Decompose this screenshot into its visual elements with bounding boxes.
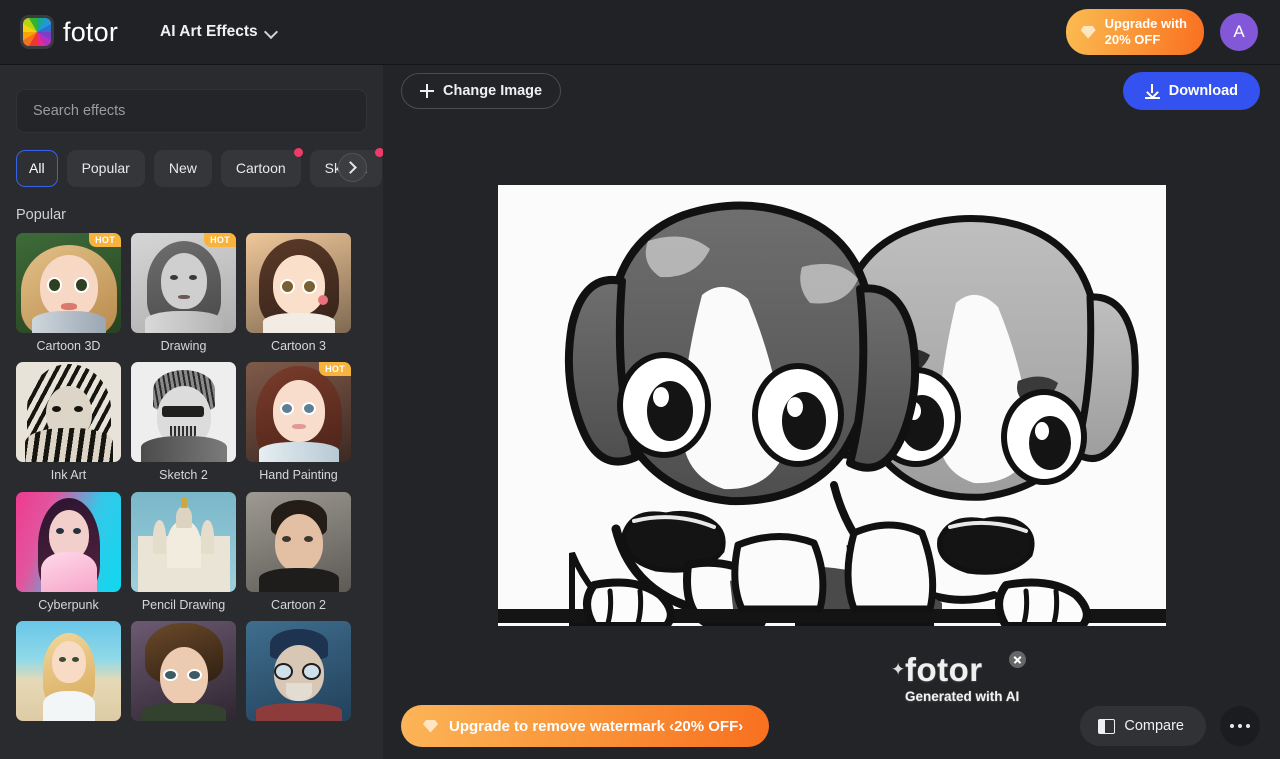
upgrade-remove-watermark-button[interactable]: Upgrade to remove watermark ‹20% OFF›	[401, 705, 770, 747]
dot-icon	[1237, 723, 1243, 729]
effect-card-pencil-drawing[interactable]: Pencil Drawing	[131, 491, 236, 613]
effect-label: Cartoon 2	[271, 597, 326, 612]
effect-label: Cartoon 3D	[36, 339, 101, 353]
two-dogs-sketch-illustration	[498, 185, 1166, 626]
top-bar: fotor AI Art Effects Upgrade with 20% OF…	[0, 0, 1280, 65]
effect-card-row4-2[interactable]	[131, 620, 236, 721]
hot-badge: HOT	[319, 362, 351, 377]
effect-thumbnail	[246, 491, 351, 592]
change-image-label: Change Image	[443, 83, 543, 99]
tabs-scroll-right-button[interactable]	[338, 153, 367, 182]
main-panel: Change Image Download ✦ fotor Generated …	[383, 65, 1280, 759]
brand-name: fotor	[63, 16, 119, 47]
effect-card-sketch-2[interactable]: Sketch 2	[131, 362, 236, 483]
effects-grid: HOT Cartoon 3D HOT Drawing Cartoon 3 Ink…	[16, 233, 367, 721]
generated-image[interactable]	[498, 185, 1166, 626]
effect-thumbnail	[131, 362, 236, 463]
effect-thumbnail: HOT	[131, 233, 236, 333]
download-button[interactable]: Download	[1122, 72, 1260, 110]
tab-cartoon-label: Cartoon	[235, 160, 286, 176]
compare-label: Compare	[1124, 718, 1184, 734]
tab-popular[interactable]: Popular	[66, 149, 145, 187]
brand-logo[interactable]: fotor	[20, 15, 118, 49]
hot-badge: HOT	[204, 233, 236, 247]
effect-label: Pencil Drawing	[141, 597, 226, 612]
sparkle-icon: ✦	[891, 660, 906, 679]
upgrade-button-label: Upgrade with 20% OFF	[1104, 15, 1187, 47]
close-icon	[1013, 655, 1022, 664]
tab-popular-label: Popular	[81, 160, 130, 176]
top-bar-actions: Upgrade with 20% OFF A	[1065, 8, 1258, 56]
effect-thumbnail	[131, 491, 236, 592]
effect-card-ink-art[interactable]: Ink Art	[16, 362, 121, 483]
diamond-icon	[423, 719, 438, 733]
effect-label: Cartoon 3	[271, 339, 326, 353]
search-placeholder: Search effects	[33, 103, 126, 119]
upgrade-remove-watermark-label: Upgrade to remove watermark ‹20% OFF›	[449, 717, 744, 735]
avatar[interactable]: A	[1220, 13, 1258, 51]
fotor-app-window: fotor AI Art Effects Upgrade with 20% OF…	[0, 0, 1280, 759]
change-image-button[interactable]: Change Image	[401, 73, 562, 109]
dot-icon	[1245, 723, 1251, 729]
search-input[interactable]: Search effects	[16, 89, 367, 133]
avatar-initial: A	[1233, 22, 1245, 41]
effect-card-cartoon-3d[interactable]: HOT Cartoon 3D	[16, 233, 121, 354]
effect-card-drawing[interactable]: HOT Drawing	[131, 233, 236, 354]
effect-card-hand-painting[interactable]: HOT Hand Painting	[246, 362, 351, 483]
effect-label: Ink Art	[50, 468, 87, 483]
canvas-toolbar: Change Image Download	[383, 65, 1280, 117]
effect-label: Sketch 2	[159, 468, 208, 483]
effect-card-cyberpunk[interactable]: Cyberpunk	[16, 491, 121, 613]
effects-sidebar: Search effects All Popular New Cartoon S…	[0, 65, 383, 759]
tab-all[interactable]: All	[16, 149, 58, 187]
effect-card-cartoon-3[interactable]: Cartoon 3	[246, 233, 351, 354]
upgrade-button[interactable]: Upgrade with 20% OFF	[1065, 8, 1204, 56]
compare-icon	[1098, 718, 1116, 734]
close-watermark-button[interactable]	[1009, 651, 1026, 668]
effect-thumbnail	[246, 233, 351, 333]
badge-dot	[293, 147, 303, 157]
effect-label: Hand Painting	[259, 468, 338, 483]
compare-button[interactable]: Compare	[1080, 706, 1206, 746]
download-label: Download	[1168, 83, 1238, 99]
download-icon	[1144, 83, 1160, 99]
module-title-label: AI Art Effects	[160, 23, 258, 40]
watermark-brand: fotor	[905, 651, 983, 688]
fotor-logo-icon	[20, 15, 54, 49]
effect-card-row4-1[interactable]	[16, 620, 121, 721]
chevron-down-icon	[266, 26, 278, 38]
module-selector[interactable]: AI Art Effects	[160, 23, 278, 41]
app-body: Search effects All Popular New Cartoon S…	[0, 65, 1280, 759]
effect-card-cartoon-2[interactable]: Cartoon 2	[246, 491, 351, 613]
bottom-bar: Upgrade to remove watermark ‹20% OFF› Co…	[383, 693, 1280, 759]
tab-all-label: All	[29, 160, 45, 176]
section-title: Popular	[16, 207, 66, 223]
more-options-button[interactable]	[1220, 706, 1260, 746]
effect-thumbnail: HOT	[16, 233, 121, 333]
badge-dot	[375, 147, 383, 157]
canvas-area: ✦ fotor Generated with AI	[383, 117, 1280, 704]
plus-icon	[420, 84, 434, 98]
effect-thumbnail	[16, 491, 121, 592]
effect-thumbnail	[16, 362, 121, 463]
tab-new[interactable]: New	[153, 149, 212, 187]
effect-thumbnail	[131, 620, 236, 721]
diamond-icon	[1080, 25, 1096, 39]
category-tabs: All Popular New Cartoon Sketch	[16, 147, 383, 187]
effect-thumbnail: HOT	[246, 362, 351, 463]
dot-icon	[1229, 723, 1235, 729]
bottom-bar-actions: Compare	[1080, 706, 1260, 746]
tab-new-label: New	[168, 160, 197, 176]
effect-thumbnail	[246, 620, 351, 721]
chevron-right-icon	[346, 163, 355, 172]
effect-card-row4-3[interactable]	[246, 620, 351, 721]
hot-badge: HOT	[89, 233, 121, 247]
effect-label: Cyberpunk	[38, 597, 99, 612]
effect-thumbnail	[16, 620, 121, 721]
effect-label: Drawing	[160, 339, 207, 353]
tab-cartoon[interactable]: Cartoon	[220, 147, 303, 187]
